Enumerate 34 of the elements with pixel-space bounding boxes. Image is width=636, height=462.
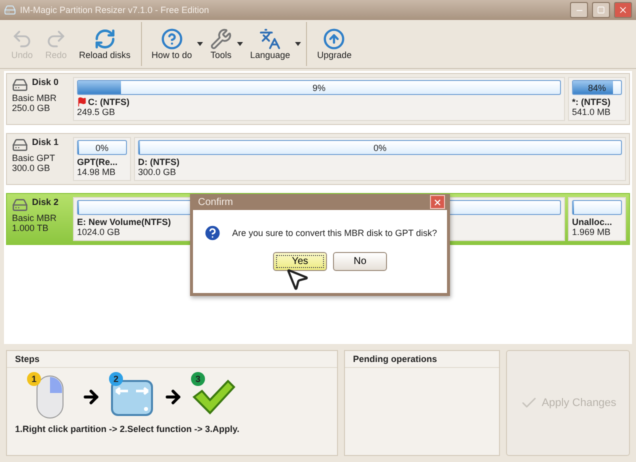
dialog-message: Are you sure to convert this MBR disk to GPT disk?	[232, 228, 437, 238]
usage-percent: 0%	[373, 142, 386, 152]
partition-size: 14.98 MB	[77, 167, 116, 177]
step-number: 3	[191, 372, 205, 386]
partition-size: 541.0 MB	[572, 107, 611, 117]
partition-size: 1.969 MB	[572, 227, 611, 237]
partition-label: GPT(Re...	[77, 157, 118, 167]
disk-name: Disk 1	[32, 137, 59, 147]
partition-size: 1024.0 GB	[77, 227, 120, 237]
window-title: IM-Magic Partition Resizer v7.1.0 - Free Edition	[20, 5, 210, 15]
disk-name: Disk 0	[32, 77, 59, 87]
partition-label: Unalloc...	[572, 217, 612, 227]
step-number: 2	[109, 372, 123, 386]
disk-type: Basic MBR	[12, 93, 57, 103]
steps-caption: 1.Right click partition -> 2.Select function -> 3.Apply.	[14, 423, 240, 436]
partition-size: 249.5 GB	[77, 107, 116, 117]
usage-percent: 0%	[95, 142, 108, 152]
disk-type: Basic GPT	[12, 153, 56, 163]
partition-size: 300.0 GB	[138, 167, 176, 177]
partition-label: *: (NTFS)	[572, 97, 610, 107]
panel-title: Pending operations	[353, 354, 438, 364]
panel-title: Steps	[15, 354, 40, 364]
disk-size: 1.000 TB	[12, 223, 48, 233]
disk-size: 250.0 GB	[12, 103, 50, 113]
disk-size: 300.0 GB	[12, 163, 50, 173]
disk-name: Disk 2	[32, 197, 59, 207]
partition-label: E: New Volume(NTFS)	[77, 217, 171, 227]
step-number: 1	[27, 372, 41, 386]
dialog-title: Confirm	[198, 196, 234, 208]
usage-percent: 84%	[588, 82, 606, 92]
usage-percent: 9%	[312, 82, 326, 92]
partition-label: D: (NTFS)	[138, 157, 180, 167]
partition-label: C: (NTFS)	[88, 97, 130, 107]
disk-type: Basic MBR	[12, 213, 57, 223]
